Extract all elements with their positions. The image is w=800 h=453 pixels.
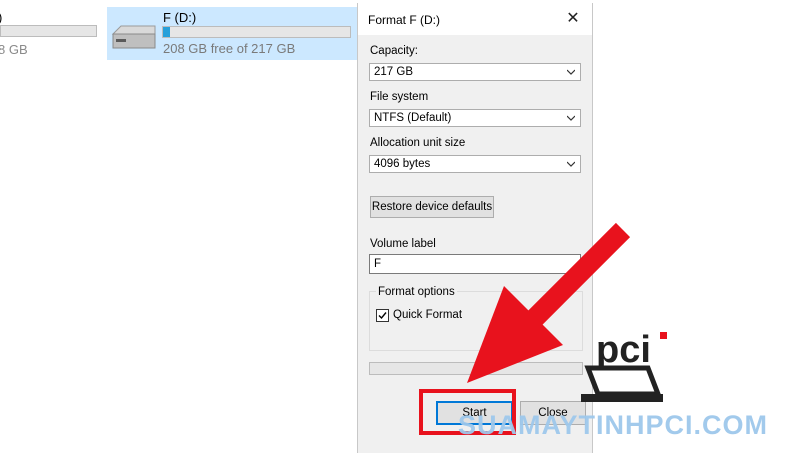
quick-format-label[interactable]: Quick Format bbox=[393, 309, 462, 321]
chevron-down-icon bbox=[567, 69, 575, 75]
svg-text:pci: pci bbox=[596, 329, 651, 371]
drive-icon bbox=[111, 25, 156, 49]
volume-label-label: Volume label bbox=[370, 238, 436, 250]
selected-drive-usage-bar bbox=[162, 26, 351, 38]
allocation-label: Allocation unit size bbox=[370, 137, 466, 149]
capacity-value: 217 GB bbox=[374, 66, 413, 78]
allocation-select[interactable]: 4096 bytes bbox=[369, 155, 581, 173]
capacity-select[interactable]: 217 GB bbox=[369, 63, 581, 81]
quick-format-checkbox[interactable] bbox=[376, 309, 389, 322]
checkmark-icon bbox=[378, 312, 387, 320]
volume-label-value: F bbox=[374, 258, 382, 270]
restore-defaults-button[interactable]: Restore device defaults bbox=[370, 196, 494, 218]
file-system-value: NTFS (Default) bbox=[374, 112, 452, 124]
close-icon[interactable]: ✕ bbox=[563, 9, 583, 29]
selected-drive-free-text: 208 GB free of 217 GB bbox=[163, 41, 296, 56]
selected-drive-name: F (D:) bbox=[163, 10, 197, 25]
file-system-label: File system bbox=[370, 91, 429, 103]
left-drive-usage-bar bbox=[0, 25, 97, 37]
dialog-titlebar: Format F (D:) ✕ bbox=[358, 3, 592, 35]
selected-drive-usage-fill bbox=[163, 27, 171, 37]
chevron-down-icon bbox=[567, 115, 575, 121]
dialog-title: Format F (D:) bbox=[368, 13, 440, 27]
pci-logo: pci bbox=[581, 329, 667, 402]
site-watermark: SUAMAYTINHPCI.COM bbox=[458, 410, 769, 440]
left-drive-label: ) bbox=[0, 10, 2, 25]
capacity-label: Capacity: bbox=[370, 45, 418, 57]
allocation-value: 4096 bytes bbox=[374, 158, 431, 170]
left-drive-free-text: 8 GB bbox=[0, 42, 28, 57]
file-system-select[interactable]: NTFS (Default) bbox=[369, 109, 581, 127]
format-options-title: Format options bbox=[376, 286, 457, 298]
chevron-down-icon bbox=[567, 161, 575, 167]
